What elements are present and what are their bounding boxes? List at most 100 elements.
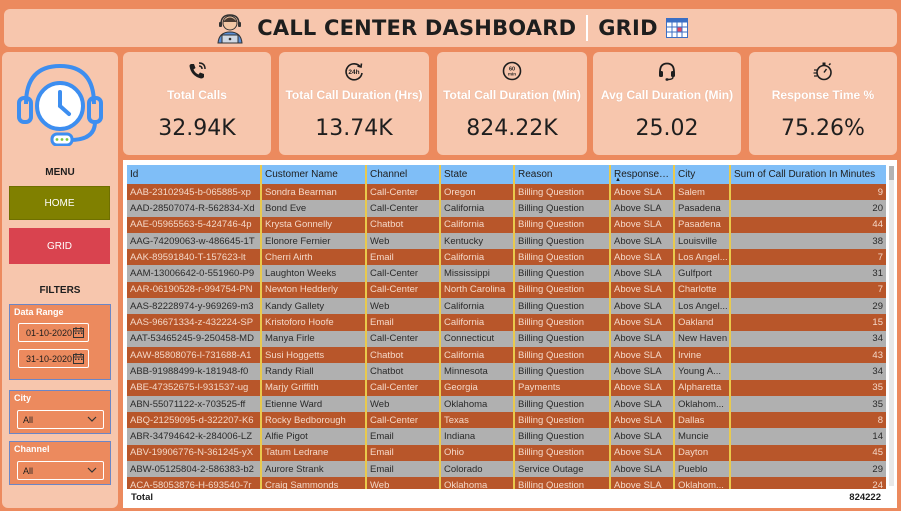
table-cell-city: Pueblo: [673, 461, 730, 478]
sort-ascending-icon[interactable]: ▲: [615, 177, 621, 183]
dashboard-frame: CALL CENTER DASHBOARD GRID MENU HOME GRI…: [0, 0, 901, 511]
kpi-value: 13.74K: [315, 116, 393, 141]
table-cell-state: Connecticut: [439, 330, 514, 347]
calendar-icon[interactable]: [73, 353, 84, 364]
table-row[interactable]: ABV-19906776-N-361245-yX Tatum Ledrane Ema…: [127, 444, 886, 462]
table-row[interactable]: ABB-91988499-k-181948-f0 Randy Riall Chatb…: [127, 363, 886, 380]
table-cell-state: California: [439, 346, 514, 364]
grid-button[interactable]: GRID: [9, 228, 110, 264]
table-cell-state: Kentucky: [439, 232, 514, 250]
table-cell-city: Oakland: [673, 314, 730, 331]
column-header-id[interactable]: Id: [127, 165, 261, 184]
table-row[interactable]: AAM-13006642-0-551960-P9 Laughton Weeks Ca…: [127, 265, 886, 282]
table-cell-state: California: [439, 314, 514, 331]
table-cell-state: Georgia: [439, 379, 514, 396]
table-cell-id: AAE-05965563-5-424746-4p: [127, 216, 261, 233]
table-cell-customer-name: Newton Hedderly: [260, 281, 366, 299]
table-cell-channel: Call-Center: [365, 412, 440, 429]
table-body: AAB-23102945-b-065885-xp Sondra Bearman Ca…: [127, 184, 886, 490]
table-cell-response: Above SLA: [609, 395, 674, 413]
home-button[interactable]: HOME: [9, 186, 110, 220]
column-header-reason[interactable]: Reason: [513, 165, 610, 184]
calendar-icon[interactable]: [73, 327, 84, 338]
table-row[interactable]: AAD-28507074-R-562834-Xd Bond Eve Call-Cen…: [127, 200, 886, 217]
table-cell-reason: Payments: [513, 379, 610, 396]
table-cell-city: Louisville: [673, 232, 730, 250]
chevron-down-icon[interactable]: [87, 415, 97, 423]
table-cell-reason: Billing Question: [513, 249, 610, 266]
kpi-card-total-call-duration-hrs: 24h Total Call Duration (Hrs) 13.74K: [279, 52, 429, 155]
total-value: 824222: [849, 491, 881, 503]
24h-clock-icon: 24h: [345, 63, 363, 81]
end-date-field[interactable]: 31-10-2020: [18, 349, 89, 368]
start-date-field[interactable]: 01-10-2020: [18, 323, 89, 342]
column-header-response[interactable]: Response ... ▲: [609, 165, 674, 184]
table-cell-channel: Call-Center: [365, 265, 440, 282]
table-row[interactable]: AAR-06190528-r-994754-PN Newton Hedderly C…: [127, 281, 886, 299]
column-header-customer-name[interactable]: Customer Name: [260, 165, 366, 184]
table-cell-response: Above SLA: [609, 461, 674, 478]
table-cell-response: Above SLA: [609, 330, 674, 347]
table-row[interactable]: ABW-05125804-2-586383-b2 Aurore Strank Ema…: [127, 461, 886, 478]
table-row[interactable]: AAK-89591840-T-157623-lt Cherri Airth Emai…: [127, 249, 886, 266]
table-cell-city: Gulfport: [673, 265, 730, 282]
table-cell-call-duration: 34: [729, 363, 886, 380]
table-cell-response: Above SLA: [609, 216, 674, 233]
table-cell-channel: Email: [365, 461, 440, 478]
table-cell-call-duration: 45: [729, 444, 886, 462]
vertical-scrollbar[interactable]: [889, 166, 894, 486]
channel-dropdown[interactable]: All: [17, 461, 104, 480]
table-cell-state: Texas: [439, 412, 514, 429]
city-dropdown[interactable]: All: [17, 410, 104, 429]
table-cell-state: Mississippi: [439, 265, 514, 282]
kpi-label: Total Call Duration (Min): [443, 88, 581, 102]
headset-icon: [659, 62, 675, 81]
table-cell-city: New Haven: [673, 330, 730, 347]
table-cell-channel: Chatbot: [365, 216, 440, 233]
table-row[interactable]: ABN-55071122-x-703525-ff Etienne Ward Web O…: [127, 395, 886, 413]
table-cell-city: Alpharetta: [673, 379, 730, 396]
table-cell-state: Minnesota: [439, 363, 514, 380]
table-row[interactable]: ABE-47352675-l-931537-ug Marjy Griffith Ca…: [127, 379, 886, 396]
table-row[interactable]: AAG-74209063-w-486645-1T Elonore Fernier W…: [127, 232, 886, 250]
table-cell-id: AAG-74209063-w-486645-1T: [127, 232, 261, 250]
table-cell-city: Dayton: [673, 444, 730, 462]
kpi-value: 824.22K: [466, 116, 558, 141]
table-cell-city: Young A...: [673, 363, 730, 380]
table-cell-state: Indiana: [439, 428, 514, 445]
column-header-channel[interactable]: Channel: [365, 165, 440, 184]
table-cell-channel: Web: [365, 298, 440, 315]
column-header-city[interactable]: City: [673, 165, 730, 184]
table-row[interactable]: AAW-85808076-l-731688-A1 Susi Hoggetts Cha…: [127, 346, 886, 364]
table-cell-city: Dallas: [673, 412, 730, 429]
table-row[interactable]: AAT-53465245-9-250458-MD Manya Firle Call-…: [127, 330, 886, 347]
table-cell-channel: Email: [365, 314, 440, 331]
scrollbar-thumb[interactable]: [889, 166, 894, 180]
table-row[interactable]: AAB-23102945-b-065885-xp Sondra Bearman Ca…: [127, 184, 886, 201]
date-range-label: Data Range: [14, 307, 64, 317]
table-cell-city: Pasadena: [673, 200, 730, 217]
table-cell-id: ABE-47352675-l-931537-ug: [127, 379, 261, 396]
table-cell-customer-name: Cherri Airth: [260, 249, 366, 266]
column-header-call-duration[interactable]: Sum of Call Duration In Minutes: [729, 165, 886, 184]
table-cell-customer-name: Elonore Fernier: [260, 232, 366, 250]
table-cell-call-duration: 9: [729, 184, 886, 201]
column-header-state[interactable]: State: [439, 165, 514, 184]
table-cell-reason: Billing Question: [513, 346, 610, 364]
table-cell-response: Above SLA: [609, 444, 674, 462]
table-cell-channel: Call-Center: [365, 200, 440, 217]
table-row[interactable]: AAS-96671334-z-432224-SP Kristoforo Hoofe…: [127, 314, 886, 331]
table-cell-customer-name: Susi Hoggetts: [260, 346, 366, 364]
table-row[interactable]: AAE-05965563-5-424746-4p Krysta Gonnelly C…: [127, 216, 886, 233]
table-cell-state: Colorado: [439, 461, 514, 478]
dashboard-title: CALL CENTER DASHBOARD: [257, 16, 577, 40]
table-row[interactable]: AAS-82228974-y-969269-m3 Kandy Gallety Web…: [127, 298, 886, 315]
table-cell-id: AAS-96671334-z-432224-SP: [127, 314, 261, 331]
table-viewport[interactable]: Id Customer Name Channel State Reason Respons…: [123, 160, 893, 490]
table-cell-state: Oregon: [439, 184, 514, 201]
chevron-down-icon[interactable]: [87, 466, 97, 474]
table-row[interactable]: ABR-34794642-k-284006-LZ Alfie Pigot Email…: [127, 428, 886, 445]
table-cell-id: ABN-55071122-x-703525-ff: [127, 395, 261, 413]
table-row[interactable]: ABQ-21259095-d-322207-K6 Rocky Bedborough…: [127, 412, 886, 429]
kpi-card-response-time: Response Time % 75.26%: [749, 52, 897, 155]
